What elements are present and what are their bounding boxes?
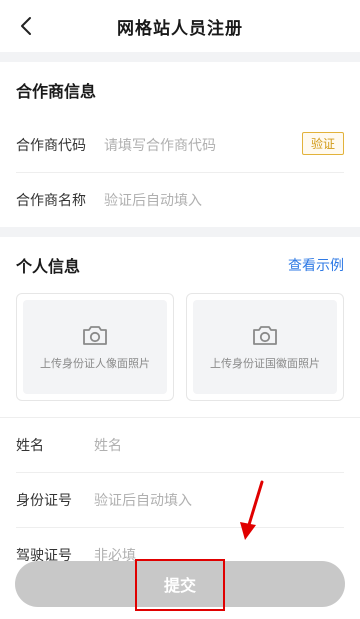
verify-button[interactable]: 验证 [301,132,344,155]
id-number-label: 身份证号 [16,493,72,509]
partner-name-row: 合作商名称 验证后自动填入 [16,172,344,227]
name-label: 姓名 [16,438,44,454]
personal-fields: 姓名 姓名 身份证号 验证后自动填入 驾驶证号 非必填 [0,417,360,582]
name-input[interactable]: 姓名 [94,435,344,455]
camera-icon [253,326,277,345]
name-row: 姓名 姓名 [16,418,344,472]
partner-info-section: 合作商信息 合作商代码 请填写合作商代码 验证 合作商名称 验证后自动填入 [0,62,360,227]
page-title: 网格站人员注册 [117,18,243,39]
id-upload-area: 上传身份证人像面照片 上传身份证国徽面照片 [16,293,344,417]
personal-info-section: 个人信息 查看示例 上传身份证人像面照片 上传身份证国徽面照片 [0,237,360,417]
section-divider [0,227,360,237]
section-divider [0,52,360,62]
navigation-bar: 网格站人员注册 [0,0,360,52]
id-number-value: 验证后自动填入 [94,493,192,509]
submit-button[interactable]: 提交 [15,561,345,607]
partner-code-label: 合作商代码 [16,138,86,154]
partner-section-title: 合作商信息 [16,82,97,101]
personal-section-header: 个人信息 查看示例 [16,237,344,293]
back-button[interactable] [14,14,38,38]
upload-id-back[interactable]: 上传身份证国徽面照片 [186,293,344,401]
submit-area: 提交 [0,561,360,619]
personal-section-title: 个人信息 [16,257,81,276]
partner-name-value: 验证后自动填入 [104,193,202,209]
camera-icon [83,326,107,345]
upload-id-front[interactable]: 上传身份证人像面照片 [16,293,174,401]
view-example-link[interactable]: 查看示例 [288,255,344,275]
partner-section-header: 合作商信息 [16,62,344,118]
partner-name-label: 合作商名称 [16,193,86,209]
id-number-row: 身份证号 验证后自动填入 [16,472,344,527]
partner-code-row: 合作商代码 请填写合作商代码 验证 [16,118,344,172]
upload-front-caption: 上传身份证人像面照片 [40,357,150,370]
chevron-left-icon [21,17,31,35]
upload-back-caption: 上传身份证国徽面照片 [210,357,320,370]
